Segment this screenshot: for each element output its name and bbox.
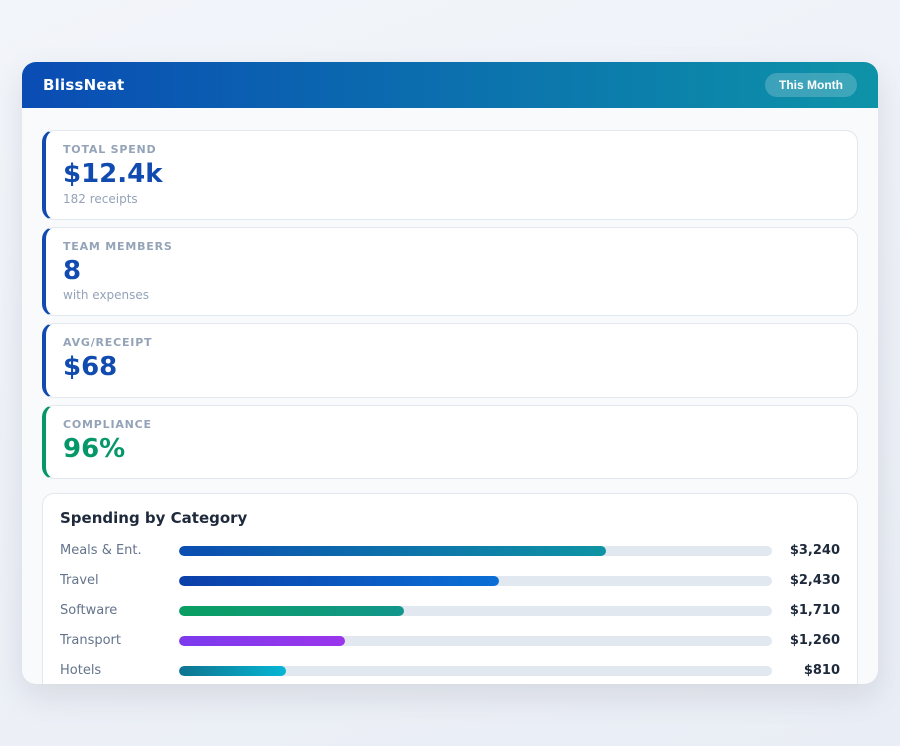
chart-title: Spending by Category <box>60 509 840 527</box>
stat-value: $68 <box>63 351 840 384</box>
stat-card-team-members: TEAM MEMBERS 8 with expenses <box>42 227 858 317</box>
chart-row-travel: Travel $2,430 <box>60 573 840 588</box>
category-label: Transport <box>60 633 179 648</box>
category-value: $2,430 <box>782 573 840 588</box>
bar-fill-meals <box>179 546 606 556</box>
bar-fill-hotels <box>179 666 286 676</box>
stat-label: AVG/RECEIPT <box>63 336 840 349</box>
chart-row-meals: Meals & Ent. $3,240 <box>60 543 840 558</box>
chart-row-software: Software $1,710 <box>60 603 840 618</box>
chart-row-transport: Transport $1,260 <box>60 633 840 648</box>
stat-value: $12.4k <box>63 158 840 191</box>
stat-label: TOTAL SPEND <box>63 143 840 156</box>
chart-row-hotels: Hotels $810 <box>60 663 840 678</box>
stat-label: COMPLIANCE <box>63 418 840 431</box>
bar-fill-transport <box>179 636 345 646</box>
category-label: Hotels <box>60 663 179 678</box>
stat-subtext: 182 receipts <box>63 192 840 206</box>
stat-card-compliance: COMPLIANCE 96% <box>42 405 858 480</box>
bar-track <box>179 606 772 616</box>
spending-chart-card: Spending by Category Meals & Ent. $3,240… <box>42 493 858 684</box>
stat-value: 8 <box>63 255 840 288</box>
category-value: $3,240 <box>782 543 840 558</box>
category-label: Software <box>60 603 179 618</box>
category-label: Travel <box>60 573 179 588</box>
bar-fill-travel <box>179 576 499 586</box>
app-header: BlissNeat This Month <box>22 62 878 108</box>
stat-card-avg-receipt: AVG/RECEIPT $68 <box>42 323 858 398</box>
stats-section: TOTAL SPEND $12.4k 182 receipts TEAM MEM… <box>22 108 878 479</box>
bar-track <box>179 636 772 646</box>
category-value: $1,710 <box>782 603 840 618</box>
stat-value: 96% <box>63 433 840 466</box>
category-value: $1,260 <box>782 633 840 648</box>
category-value: $810 <box>782 663 840 678</box>
dashboard-panel: BlissNeat This Month TOTAL SPEND $12.4k … <box>22 62 878 684</box>
category-label: Meals & Ent. <box>60 543 179 558</box>
period-badge[interactable]: This Month <box>765 73 857 97</box>
app-title: BlissNeat <box>43 76 124 94</box>
bar-fill-software <box>179 606 404 616</box>
stat-card-total-spend: TOTAL SPEND $12.4k 182 receipts <box>42 130 858 220</box>
bar-track <box>179 546 772 556</box>
bar-track <box>179 666 772 676</box>
stat-label: TEAM MEMBERS <box>63 240 840 253</box>
bar-track <box>179 576 772 586</box>
stat-subtext: with expenses <box>63 288 840 302</box>
